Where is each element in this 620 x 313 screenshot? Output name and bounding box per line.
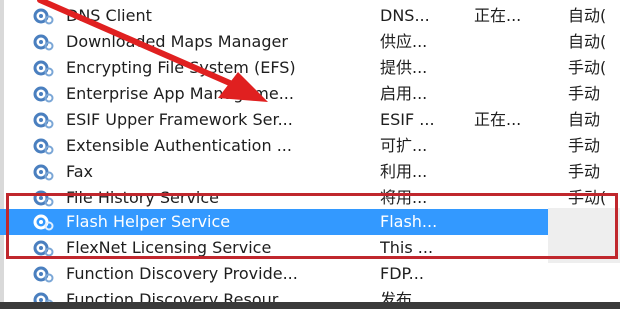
service-description: DNS... [380, 6, 430, 25]
service-status [474, 261, 544, 287]
service-startup-type: 自动( [568, 32, 607, 51]
service-status [474, 133, 544, 159]
service-startup-type: 手动 [568, 84, 601, 103]
service-row[interactable]: DNS Client DNS... 正在... 自动( [0, 3, 620, 29]
service-description: ESIF ... [380, 110, 435, 129]
gear-service-icon [33, 266, 54, 283]
service-row[interactable]: Downloaded Maps Manager 供应... 自动( [0, 29, 620, 55]
service-startup-type [568, 261, 620, 287]
taskbar [0, 302, 620, 309]
service-row[interactable]: Fax 利用... 手动 [0, 159, 620, 185]
service-startup-type: 自动( [568, 6, 607, 25]
service-row[interactable]: ESIF Upper Framework Ser... ESIF ... 正在.… [0, 107, 620, 133]
gear-service-icon [33, 138, 54, 155]
service-status [474, 159, 544, 185]
service-description: 供应... [380, 32, 428, 51]
gear-service-icon [33, 60, 54, 77]
service-status [474, 55, 544, 81]
gear-service-icon [33, 86, 54, 103]
service-name: Fax [66, 162, 94, 181]
service-startup-type: 手动 [568, 162, 601, 181]
gear-service-icon [33, 112, 54, 129]
service-startup-type: 自动 [568, 110, 601, 129]
service-name: Enterprise App Manageme... [66, 84, 294, 103]
service-description: FDP... [380, 264, 424, 283]
service-description: 启用... [380, 84, 428, 103]
service-row[interactable]: Extensible Authentication ... 可扩... 手动 [0, 133, 620, 159]
service-startup-type: 手动( [568, 58, 607, 77]
service-description: 可扩... [380, 136, 428, 155]
service-name: Function Discovery Provide... [66, 264, 298, 283]
service-description: 利用... [380, 162, 428, 181]
services-list: DNS Client DNS... 正在... 自动( Downloaded M… [0, 0, 620, 309]
service-description: 提供... [380, 58, 428, 77]
service-name: DNS Client [66, 6, 152, 25]
gear-service-icon [33, 34, 54, 51]
service-name: Downloaded Maps Manager [66, 32, 288, 51]
service-row[interactable]: Enterprise App Manageme... 启用... 手动 [0, 81, 620, 107]
service-status: 正在... [474, 6, 522, 25]
gear-service-icon [33, 164, 54, 181]
service-status [474, 81, 544, 107]
service-row[interactable]: Function Discovery Provide... FDP... [0, 261, 620, 287]
service-row[interactable]: Function Discovery Resour... 发布... [0, 287, 620, 313]
service-row[interactable]: Encrypting File System (EFS) 提供... 手动( [0, 55, 620, 81]
service-status [474, 287, 544, 313]
service-startup-type [568, 287, 620, 313]
service-status: 正在... [474, 110, 522, 129]
service-name: Extensible Authentication ... [66, 136, 292, 155]
gear-service-icon [33, 8, 54, 25]
highlight-box [6, 193, 618, 259]
service-name: Function Discovery Resour... [66, 290, 293, 309]
service-status [474, 29, 544, 55]
service-description: 发布... [380, 290, 428, 309]
service-name: Encrypting File System (EFS) [66, 58, 296, 77]
service-startup-type: 手动 [568, 136, 601, 155]
service-name: ESIF Upper Framework Ser... [66, 110, 293, 129]
